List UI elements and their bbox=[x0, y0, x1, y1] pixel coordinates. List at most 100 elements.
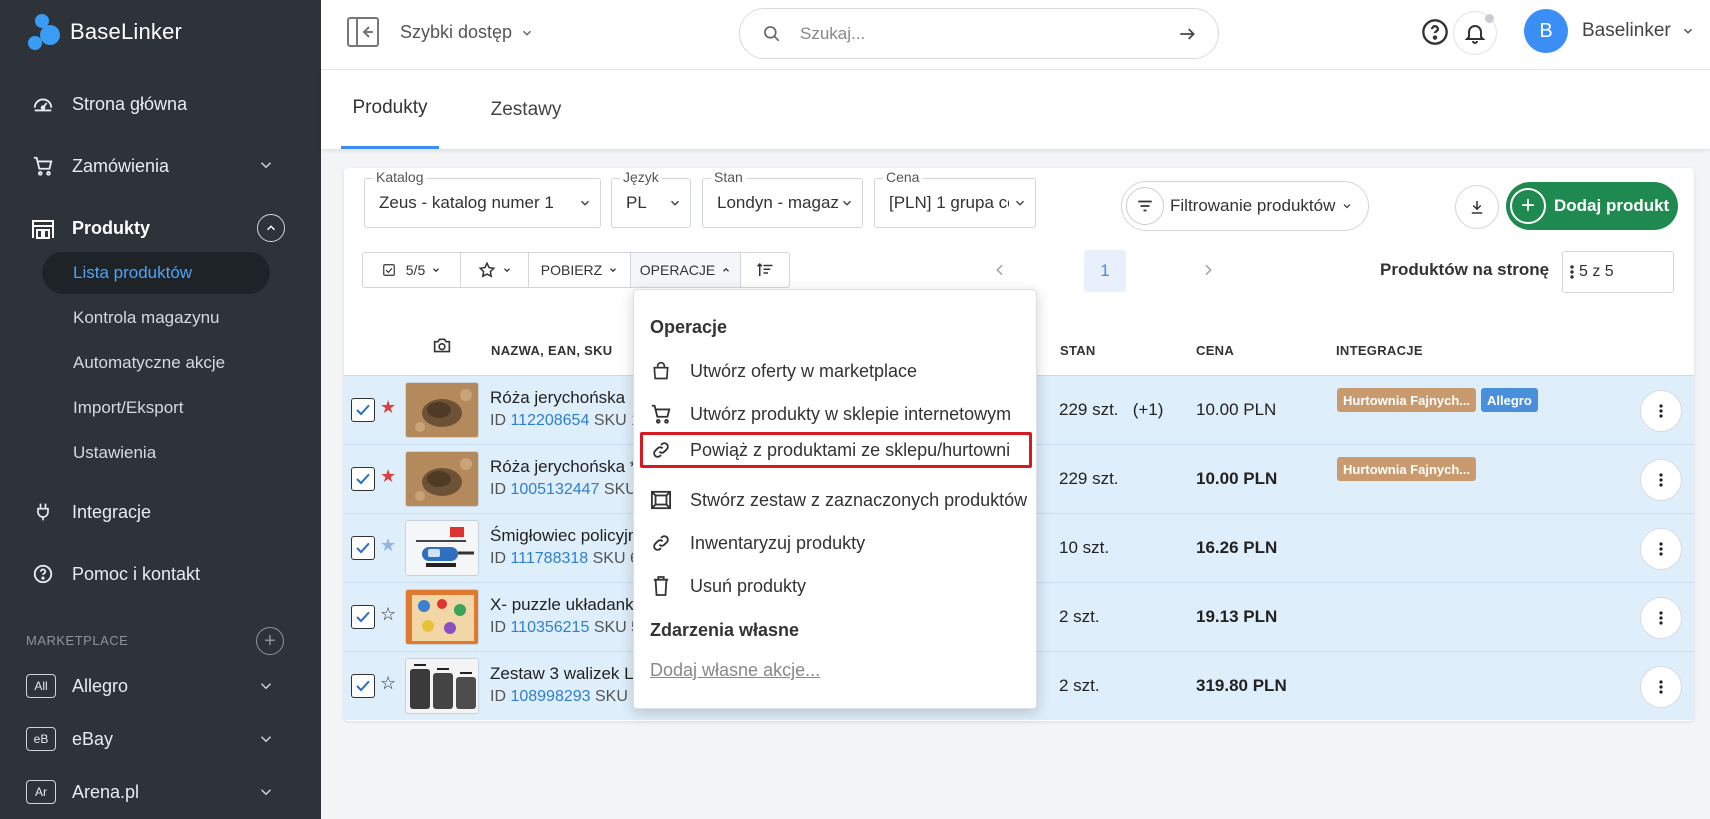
integration-tag-allegro[interactable]: Allegro bbox=[1481, 388, 1538, 412]
star-filled-icon[interactable]: ★ bbox=[380, 536, 396, 554]
operacje-dropdown[interactable]: OPERACJE bbox=[631, 253, 741, 287]
arrow-right-icon[interactable] bbox=[1176, 24, 1198, 44]
baselinker-logo[interactable]: BaseLinker bbox=[28, 14, 182, 50]
user-name: Baselinker bbox=[1582, 20, 1671, 41]
integration-tag-wholesale[interactable]: Hurtownia Fajnych... bbox=[1337, 388, 1477, 412]
header-name[interactable]: NAZWA, EAN, SKU bbox=[491, 343, 613, 358]
menu-item-link-products[interactable]: Powiąż z produktami ze sklepu/hurtowni bbox=[640, 432, 1032, 468]
menu-item-inventory[interactable]: Inwentaryzuj produkty bbox=[650, 525, 865, 561]
product-id-link[interactable]: 1005132447 bbox=[510, 481, 599, 498]
top-bar: Szybki dostęp B Baselinker bbox=[321, 0, 1710, 70]
tab-sets[interactable]: Zestawy bbox=[471, 70, 581, 149]
add-marketplace-button[interactable]: + bbox=[256, 627, 284, 655]
product-id-line: ID 111788318 SKU 6 bbox=[490, 550, 639, 567]
nav-item-products[interactable]: Produkty bbox=[0, 206, 321, 250]
product-name[interactable]: X- puzzle układanka bbox=[490, 595, 643, 615]
next-page-icon[interactable] bbox=[1200, 261, 1216, 279]
row-actions-button[interactable] bbox=[1640, 459, 1682, 501]
product-name[interactable]: Śmigłowiec policyjny bbox=[490, 526, 646, 546]
row-checkbox[interactable] bbox=[351, 467, 375, 491]
marketplace-item-ebay[interactable]: eB eBay bbox=[0, 717, 321, 761]
chevron-up-icon bbox=[266, 225, 276, 231]
nav-item-home[interactable]: Strona główna bbox=[0, 82, 321, 126]
header-stock[interactable]: STAN bbox=[1060, 343, 1096, 358]
row-checkbox[interactable] bbox=[351, 536, 375, 560]
catalog-select[interactable]: Katalog Zeus - katalog numer 1 bbox=[364, 169, 601, 228]
tab-products[interactable]: Produkty bbox=[341, 70, 439, 149]
product-thumbnail[interactable] bbox=[405, 589, 479, 645]
logo-mark-icon bbox=[28, 14, 62, 50]
star-filled-icon[interactable]: ★ bbox=[380, 398, 396, 416]
custom-events-title: Zdarzenia własne bbox=[650, 620, 800, 640]
product-name[interactable]: Zestaw 3 walizek L, bbox=[490, 664, 638, 684]
download-button[interactable] bbox=[1455, 185, 1499, 229]
star-outline-icon[interactable]: ☆ bbox=[380, 605, 396, 623]
product-thumbnail[interactable] bbox=[405, 658, 479, 714]
nav-item-help[interactable]: Pomoc i kontakt bbox=[0, 552, 321, 596]
menu-item-create-bundle[interactable]: Stwórz zestaw z zaznaczonych produktów bbox=[650, 482, 1027, 518]
row-actions-button[interactable] bbox=[1640, 597, 1682, 639]
row-actions-button[interactable] bbox=[1640, 528, 1682, 570]
collapse-menu-button[interactable] bbox=[257, 214, 285, 242]
search-input[interactable] bbox=[800, 21, 1140, 47]
user-menu[interactable]: Baselinker bbox=[1582, 20, 1695, 42]
notifications-button[interactable] bbox=[1453, 11, 1497, 55]
help-icon[interactable] bbox=[1421, 18, 1449, 51]
search-icon bbox=[764, 26, 780, 42]
catalog-value: Zeus - katalog numer 1 bbox=[379, 193, 554, 212]
product-id-link[interactable]: 108998293 bbox=[510, 688, 590, 705]
more-vertical-icon bbox=[1659, 611, 1663, 625]
stock-select[interactable]: Stan Londyn - magazyn bbox=[702, 169, 863, 228]
toggle-sidebar-icon[interactable] bbox=[347, 17, 379, 47]
menu-item-create-shop-products[interactable]: Utwórz produkty w sklepie internetowym bbox=[650, 396, 1011, 432]
product-thumbnail[interactable] bbox=[405, 382, 479, 438]
add-product-button[interactable]: + Dodaj produkt bbox=[1506, 182, 1678, 230]
nav-item-orders[interactable]: Zamówienia bbox=[0, 144, 321, 188]
filter-products-button[interactable]: Filtrowanie produktów bbox=[1121, 181, 1369, 231]
current-page[interactable]: 1 bbox=[1084, 250, 1126, 292]
sidebar-subitem-auto-actions[interactable]: Automatyczne akcje bbox=[42, 342, 270, 384]
nav-item-label: Produkty bbox=[72, 217, 151, 238]
product-thumbnail[interactable] bbox=[405, 520, 479, 576]
marketplace-item-arena[interactable]: Ar Arena.pl bbox=[0, 770, 321, 814]
sort-button[interactable] bbox=[741, 253, 789, 287]
sidebar-subitem-import-export[interactable]: Import/Eksport bbox=[42, 387, 270, 429]
integration-tag-wholesale[interactable]: Hurtownia Fajnych... bbox=[1337, 457, 1477, 481]
favorite-dropdown[interactable] bbox=[461, 253, 529, 287]
row-checkbox[interactable] bbox=[351, 398, 375, 422]
download-icon bbox=[1471, 201, 1483, 214]
nav-item-label: Pomoc i kontakt bbox=[72, 563, 201, 584]
previous-page-icon[interactable] bbox=[992, 261, 1008, 279]
product-name[interactable]: Róża jerychońska bbox=[490, 388, 625, 408]
sidebar: BaseLinker Strona główna Zamówienia Prod… bbox=[0, 0, 321, 819]
row-actions-button[interactable] bbox=[1640, 390, 1682, 432]
product-name[interactable]: Róża jerychońska * bbox=[490, 457, 636, 477]
quick-access-dropdown[interactable]: Szybki dostęp bbox=[400, 22, 534, 43]
header-price[interactable]: CENA bbox=[1196, 343, 1234, 358]
menu-item-create-marketplace-offers[interactable]: Utwórz oferty w marketplace bbox=[650, 353, 917, 389]
product-thumbnail[interactable] bbox=[405, 451, 479, 507]
row-actions-button[interactable] bbox=[1640, 666, 1682, 708]
per-page-select[interactable]: 5 z 5 bbox=[1562, 251, 1674, 293]
price-group-select[interactable]: Cena [PLN] 1 grupa cenowa bbox=[874, 169, 1036, 228]
select-all-dropdown[interactable]: 5/5 bbox=[363, 253, 461, 287]
marketplace-item-allegro[interactable]: All Allegro bbox=[0, 664, 321, 708]
sidebar-subitem-settings[interactable]: Ustawienia bbox=[42, 432, 270, 474]
row-checkbox[interactable] bbox=[351, 605, 375, 629]
pobierz-label: POBIERZ bbox=[540, 262, 603, 278]
sidebar-subitem-product-list[interactable]: Lista produktów bbox=[42, 252, 270, 294]
language-select[interactable]: Język PL bbox=[611, 169, 691, 228]
menu-item-delete-products[interactable]: Usuń produkty bbox=[650, 568, 806, 604]
add-custom-actions-link[interactable]: Dodaj własne akcje... bbox=[650, 660, 820, 681]
product-id-link[interactable]: 112208654 bbox=[510, 412, 589, 429]
nav-item-integrations[interactable]: Integracje bbox=[0, 490, 321, 534]
more-vertical-icon bbox=[1659, 404, 1663, 418]
product-id-link[interactable]: 111788318 bbox=[510, 550, 588, 567]
star-filled-icon[interactable]: ★ bbox=[380, 467, 396, 485]
sidebar-subitem-stock-control[interactable]: Kontrola magazynu bbox=[42, 297, 270, 339]
avatar[interactable]: B bbox=[1524, 9, 1568, 53]
row-checkbox[interactable] bbox=[351, 674, 375, 698]
star-outline-icon[interactable]: ☆ bbox=[380, 674, 396, 692]
product-id-link[interactable]: 110356215 bbox=[510, 619, 589, 636]
pobierz-dropdown[interactable]: POBIERZ bbox=[529, 253, 631, 287]
